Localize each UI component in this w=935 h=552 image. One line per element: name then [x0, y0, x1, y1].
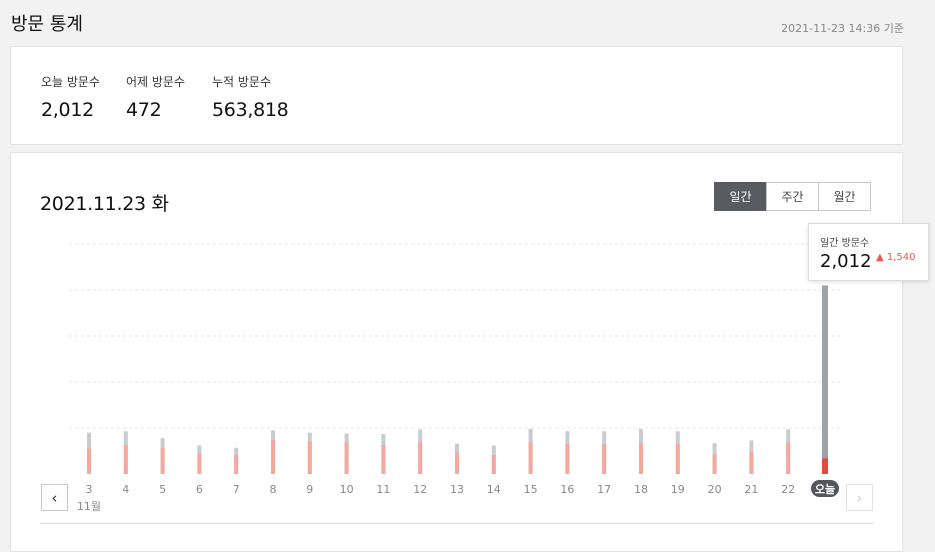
daily-visits-tooltip: 일간 방문수 2,012 ▲ 1,540	[808, 223, 929, 281]
x-tick-label: 22	[781, 483, 795, 496]
x-tick-label: 3	[86, 483, 93, 496]
x-tick-label: 21	[744, 483, 758, 496]
x-tick-label: 7	[233, 483, 240, 496]
tooltip-value: 2,012	[820, 251, 872, 272]
yesterday-visits-value: 472	[126, 99, 162, 121]
visits-bar-chart: 3 4 5 6 7 8 9 10 11 12 13 14 15 16 17 18 19 20 21 22 오늘 11월	[69, 243, 841, 513]
x-tick-label: 17	[597, 483, 611, 496]
x-tick-label: 14	[487, 483, 501, 496]
x-tick-label: 15	[524, 483, 538, 496]
chart-bottom-divider	[40, 523, 874, 524]
visits-bar[interactable]	[639, 443, 643, 474]
visits-bar[interactable]	[344, 442, 349, 474]
page-title: 방문 통계	[11, 14, 83, 35]
visit-summary-card: 오늘 방문수 2,012 어제 방문수 472 누적 방문수 563,818	[10, 46, 903, 145]
x-tick-label: 16	[560, 483, 574, 496]
x-tick-label: 6	[196, 483, 203, 496]
visits-bar[interactable]	[197, 453, 202, 474]
visits-bar[interactable]	[381, 445, 386, 474]
visits-bar[interactable]	[786, 442, 791, 474]
chart-grid	[69, 243, 841, 429]
x-tick-label: 13	[450, 483, 464, 496]
chart-x-labels: 3 4 5 6 7 8 9 10 11 12 13 14 15 16 17 18 19 20 21 22 오늘 11월	[77, 480, 839, 513]
today-visits-value: 2,012	[41, 99, 94, 121]
x-tick-label: 19	[671, 483, 685, 496]
x-tick-label-today: 오늘	[815, 483, 835, 496]
visits-bar[interactable]	[418, 442, 423, 474]
chevron-right-icon: ›	[856, 488, 863, 507]
x-tick-label: 18	[634, 483, 648, 496]
visits-bar[interactable]	[87, 448, 91, 474]
chevron-left-icon: ‹	[51, 488, 58, 507]
tooltip-label: 일간 방문수	[820, 238, 870, 249]
visits-bar[interactable]	[528, 441, 533, 474]
chart-bars	[87, 285, 828, 474]
x-tick-label: 9	[306, 483, 313, 496]
visits-bar[interactable]	[712, 454, 717, 474]
visits-bar[interactable]	[565, 444, 570, 474]
prev-period-button[interactable]: ‹	[41, 484, 68, 511]
x-tick-label: 4	[122, 483, 129, 496]
daily-chart-card: 2021.11.23 화 일간 주간 월간 3 4 5 6 7 8 9 10 11 12 13 14 1…	[10, 152, 929, 552]
x-tick-label: 10	[340, 483, 354, 496]
x-tick-label: 20	[708, 483, 722, 496]
total-visits-stat: 누적 방문수 563,818	[212, 73, 289, 121]
visits-bar[interactable]	[602, 444, 607, 474]
visits-bar[interactable]	[749, 451, 754, 474]
month-label: 11월	[77, 500, 101, 513]
visits-bar[interactable]	[675, 444, 680, 474]
visits-bar[interactable]	[822, 458, 828, 474]
visits-bar[interactable]	[455, 452, 459, 474]
total-visits-label: 누적 방문수	[212, 75, 272, 89]
pageviews-bar[interactable]	[822, 285, 828, 474]
visits-bar[interactable]	[271, 439, 275, 474]
x-tick-label: 5	[159, 483, 166, 496]
visits-bar[interactable]	[123, 445, 128, 474]
yesterday-visits-label: 어제 방문수	[126, 75, 186, 89]
x-tick-label: 11	[376, 483, 390, 496]
visits-bar[interactable]	[234, 454, 239, 474]
next-period-button[interactable]: ›	[846, 484, 873, 511]
today-visits-label: 오늘 방문수	[41, 75, 101, 89]
visits-bar[interactable]	[160, 447, 165, 474]
updated-timestamp: 2021-11-23 14:36 기준	[781, 22, 904, 35]
visits-bar[interactable]	[307, 441, 312, 474]
x-tick-label: 8	[270, 483, 277, 496]
today-visits-stat: 오늘 방문수 2,012	[41, 73, 100, 121]
visits-bar[interactable]	[491, 455, 496, 474]
x-tick-label: 12	[413, 483, 427, 496]
total-visits-value: 563,818	[212, 99, 289, 121]
yesterday-visits-stat: 어제 방문수 472	[126, 73, 185, 121]
tooltip-delta: ▲ 1,540	[876, 252, 916, 263]
